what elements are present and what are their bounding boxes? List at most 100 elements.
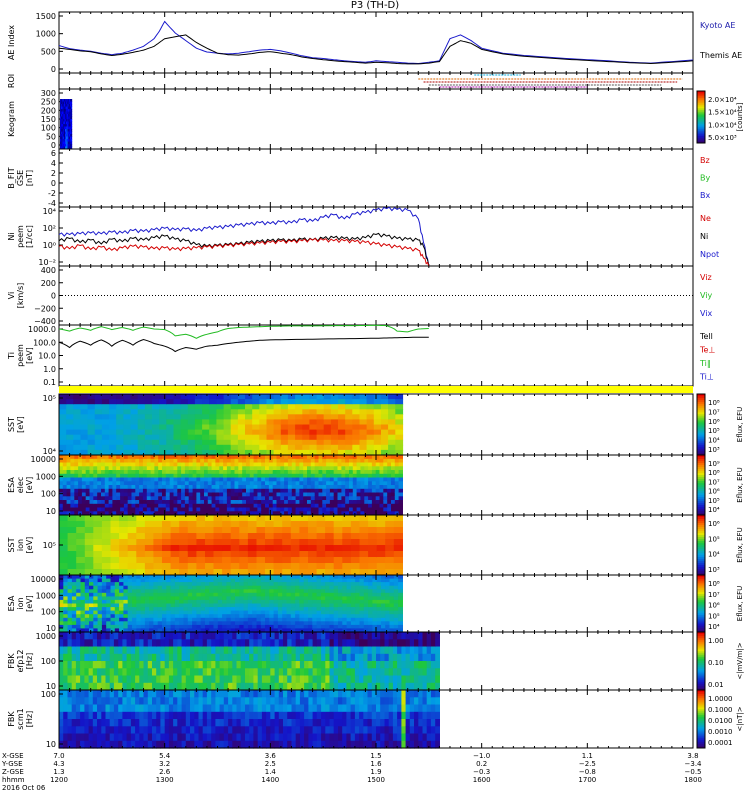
esa_i-cell: [260, 614, 266, 619]
esa_e-colorbar-tick: 10⁴: [708, 506, 720, 514]
esa_e-cell: [162, 470, 167, 475]
sst_e-cell: [180, 429, 189, 436]
esa_e-cell: [345, 503, 350, 509]
esa_i-cell: [247, 575, 253, 580]
esa_e-cell: [226, 496, 232, 501]
esa_e-cell: [142, 500, 148, 505]
esa_e-cell: [154, 473, 159, 479]
esa_e-cell: [74, 470, 79, 475]
esa_e-cell: [333, 473, 339, 479]
esa_e-cell: [230, 481, 236, 486]
esa_e-cell: [322, 462, 327, 467]
esa_e-cell: [93, 485, 98, 490]
esa_i-cell: [119, 614, 124, 619]
esa_e-cell: [314, 488, 320, 494]
esa_e-cell: [375, 496, 381, 501]
sst_e-colorbar-tick: 10⁵: [708, 427, 720, 435]
sst_e-cell: [109, 439, 117, 446]
esa_i-cell: [243, 575, 249, 580]
esa_e-cell: [196, 477, 201, 482]
esa_e-cell: [287, 500, 293, 505]
sst_i-cell: [144, 533, 155, 540]
esa_e-cell: [131, 500, 136, 505]
sst_e-cell: [137, 444, 146, 451]
sst_e-cell: [330, 444, 339, 451]
sst_e-cell: [101, 394, 110, 400]
sst_i-colorbar-tick: 10⁴: [708, 551, 720, 559]
sst_e-ylabel: [eV]: [16, 416, 25, 433]
esa_e-cell: [253, 503, 258, 509]
esa_e-cell: [345, 458, 350, 464]
esa_e-cell: [181, 466, 186, 471]
esa_e-cell: [391, 481, 396, 486]
esa_e-cell: [394, 481, 400, 486]
esa_e-cell: [394, 488, 400, 494]
esa_e-cell: [158, 488, 163, 494]
esa_e-cell: [398, 477, 403, 482]
esa_e-cell: [230, 496, 236, 501]
esa_e-cell: [207, 481, 213, 486]
sst_e-cell: [223, 414, 232, 420]
esa_e-cell: [184, 466, 190, 471]
sst_e-cell: [287, 419, 296, 426]
esa_i-cell: [222, 614, 227, 619]
esa_e-cell: [127, 500, 133, 505]
sst_e-cell: [66, 404, 74, 410]
esa_e-cell: [142, 462, 148, 467]
esa_e-cell: [268, 481, 274, 486]
sst_e-cell: [87, 429, 96, 436]
sst_e-cell: [366, 444, 375, 451]
sst_e-cell: [73, 434, 82, 441]
bfield-legend-0: Bz: [700, 156, 710, 165]
sst_e-colorbar-tick: 10⁴: [708, 437, 720, 445]
esa_e-spectrogram: [59, 455, 403, 516]
esa_e-cell: [120, 470, 125, 475]
sst_i-cell: [136, 527, 146, 534]
sst_e-cell: [352, 439, 361, 446]
esa_i-cell: [110, 621, 116, 626]
esa_e-cell: [207, 507, 213, 512]
keogram-colorbar-tick: 2.0×10⁴: [708, 96, 737, 104]
esa_e-cell: [257, 473, 262, 479]
esa_e-cell: [139, 492, 144, 497]
esa_e-cell: [280, 492, 285, 497]
sst_e-cell: [166, 429, 175, 436]
esa_i-cell: [217, 599, 223, 605]
esa_e-cell: [70, 507, 75, 512]
sst_e-cell: [345, 434, 353, 441]
esa_i-cell: [114, 610, 120, 615]
sst_e-cell: [373, 444, 382, 451]
sst_e-cell: [359, 404, 368, 410]
sst_e-cell: [252, 399, 260, 405]
esa_e-cell: [371, 488, 377, 494]
sst_e-colorbar-label: Eflux, EFU: [736, 407, 744, 442]
sst_e-cell: [144, 394, 153, 400]
esa_i-cell: [260, 603, 266, 608]
esa_e-cell: [173, 485, 178, 490]
esa_e-cell: [104, 455, 110, 460]
esa_e-cell: [371, 481, 377, 486]
esa_e-cell: [184, 481, 190, 486]
sst_i-cell: [273, 539, 283, 546]
sst_i-cell: [273, 563, 283, 570]
esa_i-cell: [97, 585, 103, 590]
esa_i-cell: [59, 599, 64, 605]
esa_e-cell: [326, 492, 331, 497]
esa_e-colorbar: [696, 454, 706, 516]
esa_e-cell: [387, 477, 392, 482]
esa_e-cell: [230, 503, 236, 509]
esa_e-cell: [219, 496, 224, 501]
sst_i-cell: [213, 557, 223, 564]
esa_i-cell: [144, 603, 150, 608]
sst_i-cell: [179, 533, 189, 540]
esa_e-cell: [291, 455, 297, 460]
esa_e-cell: [226, 458, 232, 464]
esa_e-cell: [272, 507, 278, 512]
sst_e-cell: [309, 444, 318, 451]
esa_i-cell: [205, 592, 210, 597]
sst_i-cell: [299, 557, 309, 564]
sst_i-cell: [110, 533, 120, 540]
esa_i-cell: [209, 610, 215, 615]
sst_e-cell: [144, 439, 153, 446]
esa_i-cell: [256, 592, 262, 597]
